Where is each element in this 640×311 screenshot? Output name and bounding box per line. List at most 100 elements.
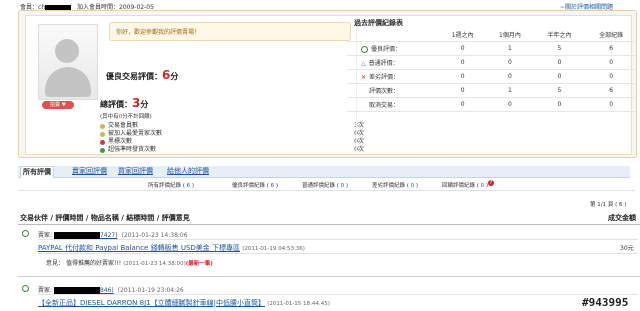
history-cell: 0 — [486, 69, 534, 84]
entry-item-link[interactable]: 【全新正品】DIESEL DARRON 8J1【立體細膩製針車線|中低腰小直筒】 — [38, 299, 265, 307]
history-col-header: 全部紀錄 — [585, 28, 637, 42]
comment-label: 意見： — [46, 260, 65, 267]
pager: 第 1/1 頁 ( 6 ) — [590, 202, 627, 208]
entry-time: (2011-01-23 14:38:06 — [121, 232, 188, 239]
tab-bar: 所有評價 賣家回評價 買家回評價 給他人的評價 — [18, 166, 630, 178]
avatar — [38, 24, 98, 100]
history-cell: 1 — [486, 41, 534, 56]
entry-item: 【全新正品】DIESEL DARRON 8J1【立體細膩製針車線|中低腰小直筒】… — [38, 298, 330, 308]
stat-row: 交易會員數 3次 — [100, 122, 364, 130]
history-row-label: 取消交易： — [347, 97, 439, 112]
entry-meta: 賣家: 7427) (2011-01-23 14:38:06 — [38, 230, 188, 239]
green-dot-icon — [100, 147, 105, 153]
history-row-label: 差劣評價： — [369, 74, 400, 81]
filter-bad[interactable]: 差劣評價紀錄 ( 0 ) — [372, 181, 418, 189]
comment-text: 值得推薦的好賣家!!! — [65, 260, 122, 267]
total-rating: 總評價：3分 — [100, 96, 148, 110]
tab-given[interactable]: 給他人的評價 — [165, 166, 211, 177]
total-rating-unit: 分 — [140, 100, 149, 109]
filter-count: 6 — [270, 183, 275, 189]
triangle-mid-icon: △ — [361, 60, 366, 67]
total-note-prefix: (其中有 — [100, 114, 119, 120]
divider — [18, 190, 635, 191]
entry-buyer-link[interactable]: 7427) — [100, 232, 118, 239]
history-cell: 0 — [486, 55, 534, 70]
total-note-suffix: 分不計回饋) — [122, 114, 152, 120]
stat-label: 超強準時發貨次數 — [108, 146, 157, 153]
history-cell: 5 — [533, 83, 586, 98]
stat-row: 超強準時發貨次數 0次 — [100, 146, 364, 154]
filter-label: 所有評價紀錄 — [148, 183, 182, 189]
auction-badge: 拍賣 ♥ — [42, 101, 74, 109]
stat-row: 黑標次數 0次 — [100, 138, 364, 146]
entry-price: 30元 — [620, 245, 634, 252]
watermark: #943995 — [582, 296, 629, 309]
history-cell: 0 — [486, 97, 534, 112]
history-cell: 6 — [585, 83, 637, 98]
history-col-header: 1週之內 — [439, 28, 487, 42]
history-header-row: 1週之內 1個月內 半年之內 全部紀錄 — [347, 28, 637, 42]
history-cell: 6 — [585, 41, 637, 56]
filter-all[interactable]: 所有評價紀錄 ( 6 ) — [148, 181, 194, 189]
good-rating-icon — [22, 230, 29, 237]
good-rating-unit: 分 — [170, 72, 179, 81]
history-row-label: 評價次數： — [347, 83, 439, 98]
filter-count: 6 — [186, 183, 191, 189]
filter-label: 優良評價紀錄 — [232, 183, 266, 189]
filter-count: 0 — [340, 183, 345, 189]
history-cell: 0 — [533, 97, 586, 112]
total-note: (其中有0分不計回饋) — [100, 112, 152, 120]
entry-time: (2011-01-19 23:04:26 — [117, 287, 184, 294]
filter-feedback[interactable]: 回饋評價紀錄 ( 0 ) — [442, 181, 488, 189]
divider — [38, 294, 638, 295]
x-bad-icon: ✕ — [361, 74, 367, 81]
history-table: 1週之內 1個月內 半年之內 全部紀錄 優良評價： 0 1 5 6 △ 普通評價：… — [347, 28, 637, 112]
stat-row: 被加入最愛賣家次數 0次 — [100, 130, 364, 138]
stats-list: 交易會員數 3次 被加入最愛賣家次數 0次 黑標次數 0次 超強準時發貨次數 0次 — [100, 122, 364, 154]
filter-count: 0 — [410, 183, 415, 189]
entry-end-time: (2011-01-19 04:53:36) — [242, 246, 305, 252]
history-cell: 0 — [533, 69, 586, 84]
entry-meta: 賣家: 846) (2011-01-19 23:04:26 — [38, 285, 184, 294]
history-row: △ 普通評價： 0 0 0 0 — [347, 55, 637, 70]
person-add-icon — [100, 131, 105, 137]
filter-label: 普通評價紀錄 — [302, 183, 336, 189]
filter-label: 差劣評價紀錄 — [372, 183, 406, 189]
history-cell: 0 — [439, 41, 487, 56]
auction-badge-label: 拍賣 — [49, 102, 60, 108]
entry-item: PAYPAL 代付款和 Paypal Balance 錢轉販售 USD美金 下標… — [38, 243, 305, 253]
divider — [18, 224, 640, 225]
entry-buyer-link[interactable]: 846) — [100, 287, 114, 294]
circle-good-icon — [361, 46, 368, 53]
history-cell: 0 — [585, 55, 637, 70]
history-cell: 0 — [533, 55, 586, 70]
avatar-body — [45, 67, 91, 97]
good-rating-icon — [22, 285, 29, 292]
history-cell: 0 — [439, 97, 487, 112]
stat-label: 被加入最愛賣家次數 — [108, 130, 163, 137]
history-row-label: 普通評價： — [368, 60, 399, 67]
history-cell: 0 — [439, 55, 487, 70]
entry-comment: 意見： 值得推薦的好賣家!!! (2011-01-23 14:38:00)(最新… — [46, 258, 213, 267]
tab-seller[interactable]: 賣家回評價 — [70, 166, 109, 177]
divider — [38, 239, 638, 240]
avatar-head — [55, 39, 79, 63]
comment-time: (2011-01-23 14:38:00) — [123, 261, 186, 267]
tab-all[interactable]: 所有評價 — [20, 166, 54, 178]
history-cell: 0 — [585, 97, 637, 112]
filter-mid[interactable]: 普通評價紀錄 ( 0 ) — [302, 181, 348, 189]
entry-item-link[interactable]: PAYPAL 代付款和 Paypal Balance 錢轉販售 USD美金 下標… — [38, 244, 240, 252]
history-row: 優良評價： 0 1 5 6 — [347, 41, 637, 56]
divider — [18, 276, 640, 277]
good-rating-label: 優良交易評價： — [106, 72, 162, 81]
history-row-label: 優良評價： — [371, 46, 402, 53]
filter-good[interactable]: 優良評價紀錄 ( 6 ) — [232, 181, 278, 189]
help-icon[interactable]: ? — [488, 180, 494, 186]
greeting-bubble: 你好，歡迎參觀我的評價賣場！ — [109, 22, 351, 41]
history-row: ✕ 差劣評價： 0 0 0 0 — [347, 69, 637, 84]
entry-end-time: (2011-01-15 18:44:45) — [267, 301, 330, 307]
tab-buyer[interactable]: 買家回評價 — [116, 166, 155, 177]
red-dot-icon — [100, 139, 105, 145]
history-row: 取消交易： 0 0 0 0 — [347, 97, 637, 112]
history-cell: 0 — [439, 83, 487, 98]
